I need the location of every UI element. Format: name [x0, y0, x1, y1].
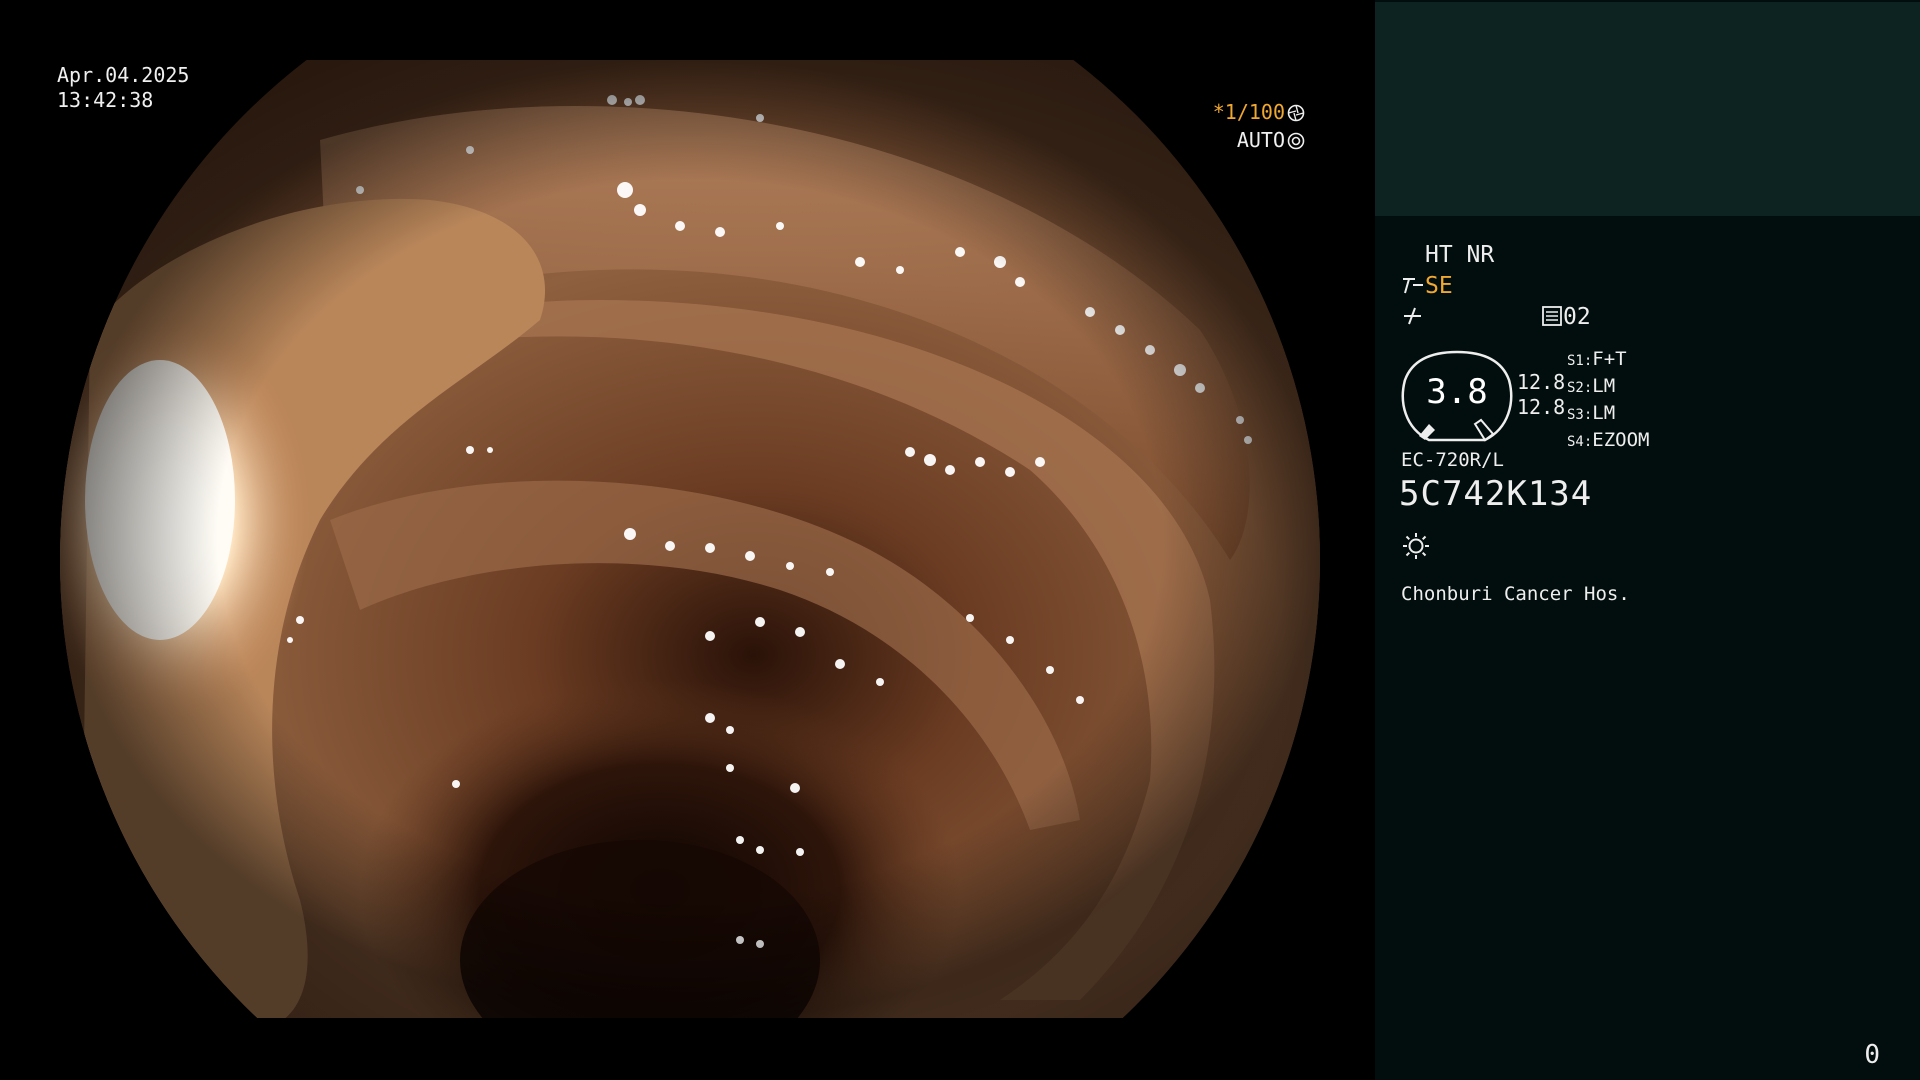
endoscopic-image: [0, 0, 1375, 1080]
slot-item: S4:EZOOM: [1567, 429, 1650, 451]
panel-header-area: [1375, 2, 1920, 216]
hospital-name: Chonburi Cancer Hos.: [1401, 583, 1630, 605]
endoscope-view: Apr.04.2025 13:42:38 *1/100 AUTO: [0, 0, 1375, 1080]
reading-top: 12.8: [1517, 370, 1566, 394]
memory-channel: 02: [1541, 304, 1591, 330]
shutter-icon: [1287, 104, 1305, 122]
slot-item: S1:F+T: [1567, 348, 1627, 370]
switch-assignments: S1:F+T S2:LM S3:LM S4:EZOOM: [1567, 347, 1650, 455]
slot-item: S3:LM: [1567, 402, 1616, 424]
shutter-info: *1/100 AUTO: [1213, 98, 1305, 154]
iris-mode: AUTO: [1236, 128, 1285, 152]
iris-icon: [1287, 132, 1305, 150]
enhancement-mode: SE: [1425, 273, 1453, 299]
time-text: 13:42:38: [57, 88, 154, 112]
light-icon: [1403, 533, 1429, 559]
image-counter: 0: [1864, 1040, 1880, 1070]
angle-icon: [1403, 278, 1423, 294]
shutter-speed: *1/100: [1212, 100, 1285, 124]
wave-row: [1401, 304, 1425, 332]
wave-icon: [1404, 307, 1421, 325]
gauge: 3.8: [1399, 350, 1515, 442]
datetime: Apr.04.2025 13:42:38: [57, 63, 189, 113]
ht-nr-label: HT NR: [1425, 242, 1495, 268]
date-text: Apr.04.2025: [57, 63, 190, 87]
info-panel: HT NR SE 02 3.8 12.8 12.8 S1:F+T S2:LM S…: [1375, 0, 1920, 1080]
enhancement-row: SE: [1401, 273, 1453, 299]
memory-icon: [1542, 306, 1562, 326]
gauge-value: 3.8: [1426, 372, 1488, 412]
reading-bottom: 12.8: [1517, 395, 1566, 419]
scope-serial: 5C742K134: [1399, 474, 1593, 514]
scope-model: EC-720R/L: [1401, 449, 1504, 471]
gauge-readings: 12.8 12.8: [1517, 370, 1565, 420]
channel-number: 02: [1563, 304, 1591, 330]
slot-item: S2:LM: [1567, 375, 1616, 397]
